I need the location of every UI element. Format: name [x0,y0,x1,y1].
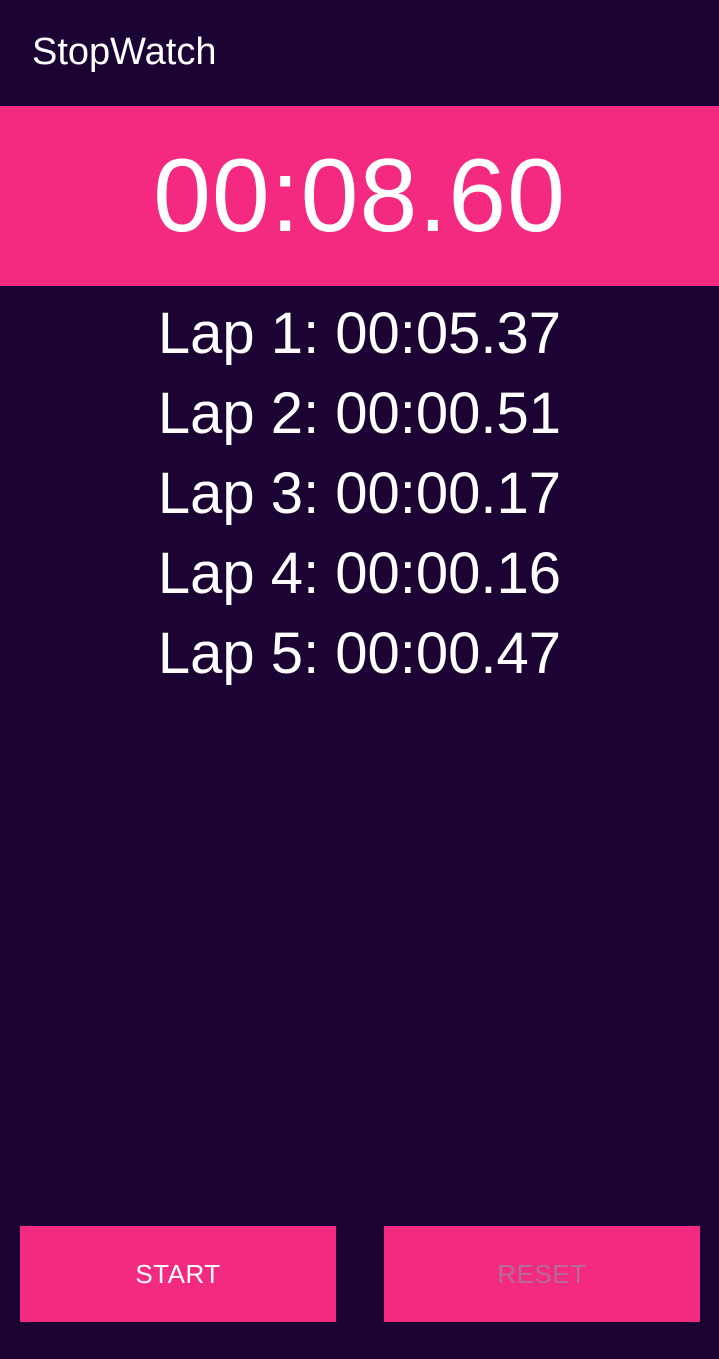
app-bar: StopWatch [0,0,719,106]
lap-item: Lap 5: 00:00.47 [157,621,562,686]
start-button[interactable]: START [20,1226,336,1322]
timer-display: 00:08.60 [153,138,566,254]
reset-button[interactable]: RESET [384,1226,700,1322]
app-title: StopWatch [32,31,217,73]
lap-item: Lap 4: 00:00.16 [157,541,562,606]
lap-list: Lap 1: 00:05.37 Lap 2: 00:00.51 Lap 3: 0… [0,294,719,694]
timer-panel: 00:08.60 [0,106,719,286]
lap-item: Lap 2: 00:00.51 [157,381,562,446]
lap-item: Lap 3: 00:00.17 [157,461,562,526]
lap-item: Lap 1: 00:05.37 [157,301,562,366]
